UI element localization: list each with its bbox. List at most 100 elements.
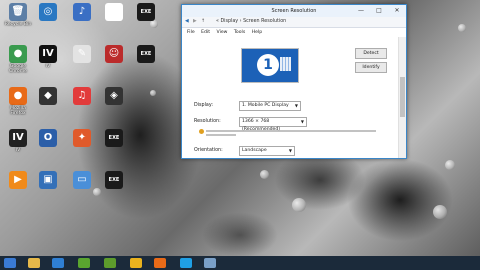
menu-file[interactable]: File (187, 30, 195, 35)
desktop-icon[interactable]: ✦ (67, 129, 97, 147)
exe-icon: EXE (137, 3, 155, 21)
firefox-icon[interactable] (154, 258, 166, 268)
warning-text-blurred (206, 134, 236, 136)
desktop-icon-label: Mozilla Firefox (10, 106, 26, 117)
orientation-select[interactable]: Landscape ▼ (239, 146, 295, 156)
display-select-value: 1. Mobile PC Display (242, 103, 289, 108)
minimize-icon[interactable]: — (352, 5, 370, 17)
taskbar (0, 256, 480, 270)
water-drop (93, 188, 101, 196)
screen-resolution-window: Screen Resolution — □ ✕ ◀ ▶ ↑ « Display … (181, 4, 407, 159)
desktop-icon[interactable]: ✎ (67, 45, 97, 63)
recycle-bin-icon: 🗑 (9, 3, 27, 21)
vertical-scrollbar[interactable] (398, 37, 406, 158)
desktop-icon[interactable]: ▭ (67, 171, 97, 189)
exe-icon: EXE (137, 45, 155, 63)
desktop-icon[interactable]: ▶ (3, 171, 33, 189)
info-icon (199, 129, 204, 134)
skype-icon[interactable] (180, 258, 192, 268)
desktop-icon[interactable]: ● Mozilla Firefox (3, 87, 33, 117)
desktop-icon[interactable]: ◆ (33, 87, 63, 105)
chevron-down-icon: ▼ (288, 148, 292, 153)
monitor-panel-grid (280, 57, 291, 71)
desktop-icon[interactable]: ◈ (99, 87, 129, 105)
menu-help[interactable]: Help (252, 30, 262, 35)
desktop-icon[interactable]: 🗑 Recycle Bin (3, 3, 33, 27)
folder-icon: ▣ (39, 171, 57, 189)
desktop-icon-label: IV (45, 64, 51, 69)
windows-icon[interactable] (4, 258, 16, 268)
image-icon: ✎ (73, 45, 91, 63)
firefox-icon: ● (9, 87, 27, 105)
app-iv-icon: IV (9, 129, 27, 147)
desktop-icon[interactable]: EXE (99, 171, 129, 189)
identify-button[interactable]: Identify (355, 62, 387, 73)
resolution-select[interactable]: 1366 × 768 (Recommended) ▼ (239, 117, 307, 132)
forward-arrow-icon[interactable]: ▶ (193, 17, 197, 27)
portrait-icon: ☺ (105, 45, 123, 63)
chevron-down-icon: ▼ (300, 119, 304, 124)
document-icon: ≡ (105, 3, 123, 21)
menu-view[interactable]: View (217, 30, 228, 35)
window-content: Detect Identify 1 Display: 1. Mobile PC … (182, 37, 398, 158)
desktop-icon[interactable]: ♪ (67, 3, 97, 21)
display-select[interactable]: 1. Mobile PC Display ▼ (239, 101, 301, 111)
desktop-icon-label: Recycle Bin (4, 22, 32, 27)
orientation-label: Orientation: (194, 148, 223, 153)
media-icon: ◆ (39, 87, 57, 105)
desktop-icon[interactable]: ≡ (99, 3, 129, 21)
menu-bar: File Edit View Tools Help (182, 28, 406, 37)
itunes-icon: ♫ (73, 87, 91, 105)
torrent-icon[interactable] (104, 258, 116, 268)
maximize-icon[interactable]: □ (370, 5, 388, 17)
software-icon: ✦ (73, 129, 91, 147)
chrome-icon: ● (9, 45, 27, 63)
chevron-down-icon: ▼ (294, 103, 298, 108)
exe-icon: EXE (105, 171, 123, 189)
scrollbar-thumb[interactable] (400, 77, 405, 117)
desktop-icon[interactable]: ▣ (33, 171, 63, 189)
menu-tools[interactable]: Tools (234, 30, 245, 35)
app-iv-icon: IV (39, 45, 57, 63)
detect-button[interactable]: Detect (355, 48, 387, 59)
address-path[interactable]: « Display › Screen Resolution (216, 17, 286, 27)
desktop-icon[interactable]: EXE (131, 3, 161, 21)
water-drop (458, 24, 466, 32)
address-bar[interactable]: ◀ ▶ ↑ « Display › Screen Resolution (182, 17, 406, 28)
window-titlebar[interactable]: Screen Resolution — □ ✕ (182, 5, 406, 17)
desktop-icon[interactable]: O (33, 129, 63, 147)
desktop-icon[interactable]: EXE (99, 129, 129, 147)
monitor-display-graphic[interactable]: 1 (241, 48, 299, 83)
game-icon: ◈ (105, 87, 123, 105)
circle-app-icon: O (39, 129, 57, 147)
desktop-icon-label: IV (15, 148, 21, 153)
store-icon[interactable] (78, 258, 90, 268)
monitor-icon[interactable] (204, 258, 216, 268)
chrome-icon[interactable] (130, 258, 142, 268)
globe-icon: ◎ (39, 3, 57, 21)
installer-icon: ♪ (73, 3, 91, 21)
close-icon[interactable]: ✕ (388, 5, 406, 17)
water-drop (150, 20, 158, 28)
folder-icon[interactable] (28, 258, 40, 268)
desktop-icon[interactable]: IV IV (33, 45, 63, 69)
desktop-icon[interactable]: IV IV (3, 129, 33, 153)
desktop-background: 🗑 Recycle Bin ● Google Chrome ● Mozilla Firef… (0, 0, 480, 256)
orientation-select-value: Landscape (242, 148, 267, 153)
up-arrow-icon[interactable]: ↑ (201, 17, 205, 27)
desktop-icon[interactable]: ◎ (33, 3, 63, 21)
back-arrow-icon[interactable]: ◀ (185, 17, 189, 27)
desktop-icon[interactable]: ● Google Chrome (3, 45, 33, 75)
ie-icon[interactable] (52, 258, 64, 268)
warning-text-blurred (206, 130, 376, 132)
water-drop (445, 160, 455, 170)
orange-app-icon: ▶ (9, 171, 27, 189)
resolution-label: Resolution: (194, 119, 221, 124)
menu-edit[interactable]: Edit (201, 30, 210, 35)
monitor-icon: ▭ (73, 171, 91, 189)
desktop-icon[interactable]: ♫ (67, 87, 97, 105)
desktop-icon[interactable]: ☺ (99, 45, 129, 63)
water-drop (260, 170, 269, 179)
desktop-icon[interactable]: EXE (131, 45, 161, 63)
display-label: Display: (194, 103, 213, 108)
